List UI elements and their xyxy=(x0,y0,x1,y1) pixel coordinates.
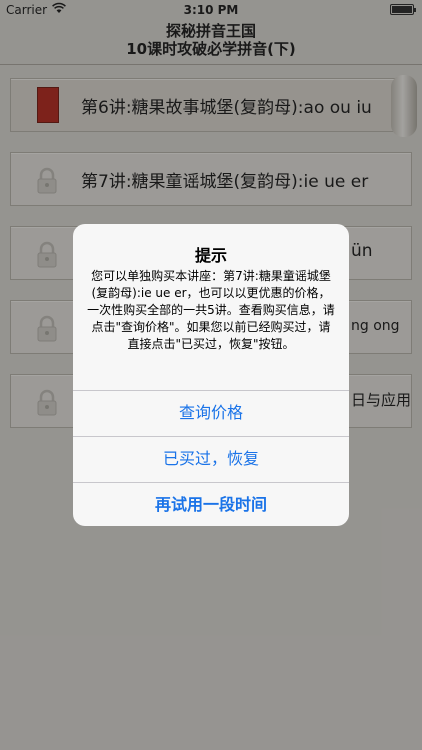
restore-purchase-button[interactable]: 已买过，恢复 xyxy=(73,437,349,481)
alert-message: 您可以单独购买本讲座：第7讲:糖果童谣城堡(复韵母):ie ue er，也可以以… xyxy=(87,269,335,351)
query-price-button[interactable]: 查询价格 xyxy=(73,391,349,435)
try-again-later-button[interactable]: 再试用一段时间 xyxy=(73,483,349,526)
purchase-alert-dialog: 提示 您可以单独购买本讲座：第7讲:糖果童谣城堡(复韵母):ie ue er，也… xyxy=(73,224,349,526)
alert-title: 提示 xyxy=(194,246,227,265)
